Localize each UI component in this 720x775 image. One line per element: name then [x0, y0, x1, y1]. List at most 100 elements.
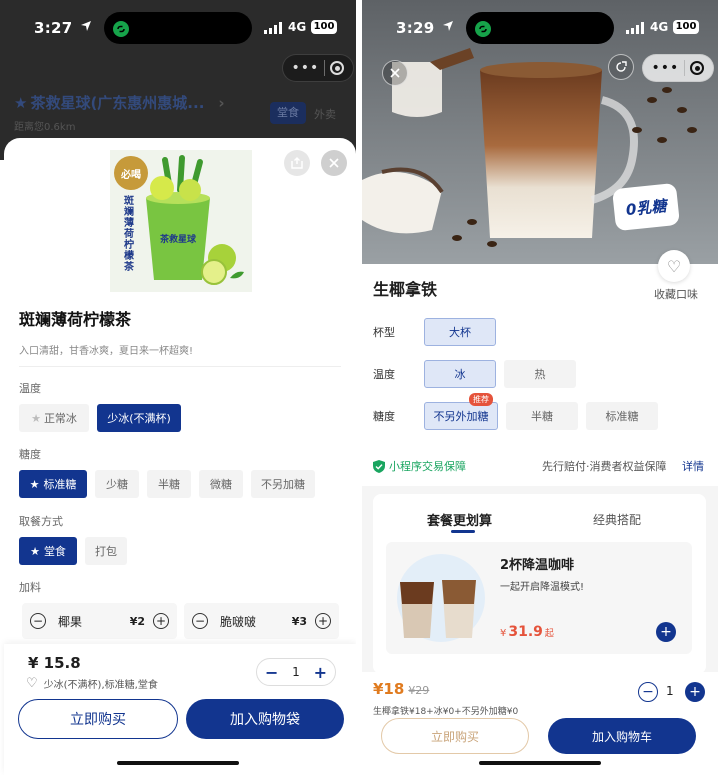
plus-icon[interactable]: +	[314, 663, 327, 682]
combo-card[interactable]: 2杯降温咖啡 一起开启降温模式! ¥ 31.9 起 +	[386, 542, 692, 654]
dynamic-island	[466, 12, 614, 44]
pickup-label: 取餐方式	[19, 515, 63, 528]
network-type: 4G	[650, 20, 669, 34]
status-bar: 3:27 4G 100	[0, 0, 356, 52]
shield-check-icon	[373, 459, 385, 473]
total-price: ¥ 15.8	[28, 654, 81, 672]
toppings-label: 加料	[19, 581, 41, 594]
recommended-tag: 推荐	[469, 393, 493, 406]
close-miniprogram-icon[interactable]	[690, 61, 705, 75]
close-button[interactable]	[321, 150, 347, 176]
favorite-heart-icon[interactable]: ♡	[658, 250, 690, 282]
miniprogram-capsule: •••	[282, 54, 354, 82]
product-image: 必喝 斑斓薄荷柠檬茶 茶救星球	[110, 150, 252, 292]
tab-classic[interactable]: 经典搭配	[593, 511, 641, 528]
store-name: ★ 茶救星球(广东惠州惠城... ›	[14, 93, 225, 113]
option-half-sugar[interactable]: 半糖	[147, 470, 191, 498]
share-icon	[616, 61, 627, 72]
option-dine-in[interactable]: ★ 堂食	[19, 537, 77, 565]
option-standard-sugar[interactable]: 标准糖	[586, 402, 658, 430]
buy-now-button[interactable]: 立即购买	[18, 699, 178, 739]
home-indicator	[117, 761, 239, 765]
buy-now-button[interactable]: 立即购买	[381, 718, 529, 754]
temperature-options: 冰 热	[424, 360, 584, 388]
topping-name: 脆啵啵	[220, 614, 257, 629]
must-drink-badge: 必喝	[114, 156, 148, 190]
star-icon: ★	[31, 411, 41, 425]
close-icon	[390, 68, 400, 78]
close-icon	[329, 158, 339, 168]
sugar-options: 不另外加糖 推荐 半糖 标准糖	[424, 393, 666, 430]
quantity-value: 1	[666, 684, 674, 698]
topping-price: ¥2	[129, 614, 145, 628]
network-type: 4G	[288, 20, 307, 34]
minus-icon[interactable]: −	[638, 682, 658, 702]
lactose-free-badge: 0乳糖	[611, 182, 681, 232]
tab-indicator	[451, 530, 475, 533]
option-slight-sugar[interactable]: 微糖	[199, 470, 243, 498]
selection-summary: ♡ 少冰(不满杯),标准糖,堂食	[26, 676, 158, 691]
cup-size-options: 大杯	[424, 318, 504, 346]
option-no-extra-sugar[interactable]: 不另加糖	[251, 470, 315, 498]
close-button[interactable]	[382, 60, 408, 86]
star-icon: ★	[14, 93, 28, 112]
two-coffees-image	[397, 554, 485, 642]
option-large-cup[interactable]: 大杯	[424, 318, 496, 346]
original-price: ¥29	[408, 684, 430, 697]
combo-title: 2杯降温咖啡	[500, 558, 575, 573]
current-price: ¥18	[373, 680, 405, 698]
plus-icon[interactable]: +	[315, 613, 331, 629]
more-icon[interactable]: •••	[292, 60, 320, 76]
share-icon	[291, 157, 303, 169]
sugar-options: ★ 标准糖 少糖 半糖 微糖 不另加糖	[19, 470, 323, 498]
minus-icon[interactable]: −	[30, 613, 46, 629]
option-hot[interactable]: 热	[504, 360, 576, 388]
option-less-sugar[interactable]: 少糖	[95, 470, 139, 498]
plus-icon[interactable]: +	[153, 613, 169, 629]
divider	[19, 366, 341, 367]
topping-coconut: − 椰果 ¥2 +	[22, 603, 177, 639]
add-to-cart-button[interactable]: 加入购物车	[548, 718, 696, 754]
minus-icon[interactable]: −	[192, 613, 208, 629]
signal-icon	[626, 22, 644, 34]
status-time: 3:27	[34, 19, 73, 37]
location-arrow-icon	[81, 21, 91, 31]
option-no-extra-sugar[interactable]: 不另外加糖 推荐	[424, 393, 498, 430]
quantity-stepper: − 1 +	[256, 658, 336, 686]
option-takeaway[interactable]: 打包	[85, 537, 127, 565]
add-to-bag-button[interactable]: 加入购物袋	[186, 699, 344, 739]
guarantee-details-link[interactable]: 详情	[682, 458, 704, 474]
add-combo-plus-icon[interactable]: +	[656, 622, 676, 642]
star-icon: ★	[29, 477, 40, 491]
share-button[interactable]	[284, 150, 310, 176]
image-product-text: 斑斓薄荷柠檬茶	[124, 196, 134, 273]
topping-price: ¥3	[291, 614, 307, 628]
close-miniprogram-icon[interactable]	[330, 61, 345, 75]
option-less-ice[interactable]: 少冰(不满杯)	[97, 404, 181, 432]
product-name: 斑斓薄荷柠檬茶	[19, 310, 132, 329]
plus-icon[interactable]: +	[685, 682, 705, 702]
footer-price: ¥18 ¥29	[373, 680, 429, 698]
minus-icon[interactable]: −	[265, 663, 278, 682]
option-half-sugar[interactable]: 半糖	[506, 402, 578, 430]
option-standard-sugar[interactable]: ★ 标准糖	[19, 470, 87, 498]
tab-combo[interactable]: 套餐更划算	[427, 510, 492, 529]
temperature-label: 温度	[19, 382, 41, 395]
product-options: 生椰拿铁 ♡ 收藏口味 杯型 大杯 温度 冰 热 糖度 不另外加糖 推荐 半糖 …	[362, 250, 718, 486]
battery-level: 100	[673, 20, 699, 34]
battery-level: 100	[311, 20, 337, 34]
chevron-right-icon: ›	[218, 93, 225, 112]
order-footer: ¥18 ¥29 生椰拿铁¥18+冰¥0+不另外加糖¥0 − 1 + 立即购买 加…	[362, 672, 718, 775]
cup-size-label: 杯型	[373, 326, 395, 339]
location-arrow-icon	[443, 21, 453, 31]
store-distance: 距离您0.6km	[14, 122, 76, 133]
option-iced[interactable]: 冰	[424, 360, 496, 388]
favorite-label[interactable]: 收藏口味	[654, 286, 698, 302]
option-normal-ice[interactable]: ★ 正常冰	[19, 404, 89, 432]
tab-delivery[interactable]: 外卖	[314, 106, 336, 122]
more-icon[interactable]: •••	[652, 60, 680, 76]
app-link-icon	[113, 21, 129, 37]
share-button[interactable]	[608, 54, 634, 80]
tab-dine-in[interactable]: 堂食	[270, 102, 306, 124]
heart-icon[interactable]: ♡	[26, 676, 38, 691]
